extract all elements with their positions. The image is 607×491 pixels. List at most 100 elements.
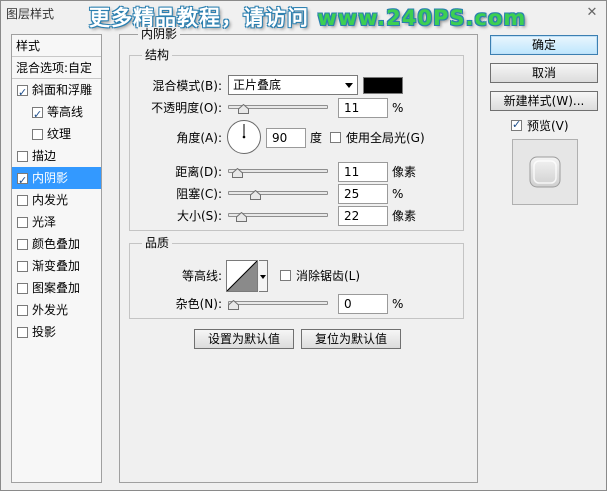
global-light-label: 使用全局光(G) — [346, 131, 425, 145]
style-item-checkbox[interactable] — [17, 170, 28, 192]
slider-thumb[interactable] — [236, 212, 247, 222]
style-item-checkbox[interactable] — [17, 327, 28, 338]
style-item-checkbox[interactable] — [17, 195, 28, 206]
styles-header[interactable]: 样式 — [12, 35, 101, 57]
blend-mode-label: 混合模式(B): — [152, 79, 222, 93]
quality-title: 品质 — [142, 236, 173, 250]
distance-unit: 像素 — [392, 165, 417, 179]
blending-options-item[interactable]: 混合选项:自定 — [12, 57, 101, 79]
style-item[interactable]: 外发光 — [12, 299, 101, 321]
style-item-checkbox[interactable] — [17, 305, 28, 316]
inner-shadow-panel: 内阴影 结构 混合模式(B): 正片叠底 不透明度(O): 11 % 角度(A)… — [119, 27, 478, 483]
slider-thumb[interactable] — [238, 104, 249, 114]
style-item[interactable]: 等高线 — [12, 101, 101, 126]
ok-button[interactable]: 确定 — [490, 35, 598, 55]
style-item-checkbox[interactable] — [17, 82, 28, 104]
chevron-down-icon — [345, 83, 353, 88]
style-item-checkbox[interactable] — [17, 261, 28, 272]
style-item-label: 投影 — [32, 325, 57, 339]
distance-label: 距离(D): — [175, 165, 222, 179]
opacity-slider[interactable] — [228, 101, 328, 115]
style-item-label: 外发光 — [32, 303, 69, 317]
style-item-label: 渐变叠加 — [32, 259, 81, 273]
size-input[interactable]: 22 — [338, 206, 388, 226]
distance-slider[interactable] — [228, 165, 328, 179]
contour-label: 等高线: — [181, 269, 222, 283]
noise-slider[interactable] — [228, 297, 328, 311]
title-bar: 图层样式 更多精品教程，请访问 www.240PS.com ✕ — [1, 1, 606, 30]
size-label: 大小(S): — [176, 209, 222, 223]
opacity-input[interactable]: 11 — [338, 98, 388, 118]
style-item-checkbox[interactable] — [17, 239, 28, 250]
contour-curve-icon — [226, 260, 258, 292]
style-item[interactable]: 投影 — [12, 321, 101, 343]
style-item[interactable]: 光泽 — [12, 211, 101, 233]
style-item-label: 描边 — [32, 149, 57, 163]
angle-dial-icon — [227, 120, 261, 154]
watermark-url: www.240PS.com — [317, 6, 527, 30]
opacity-label: 不透明度(O): — [151, 101, 222, 115]
layer-style-dialog: 图层样式 更多精品教程，请访问 www.240PS.com ✕ 样式 混合选项:… — [0, 0, 607, 491]
preview-checkbox[interactable]: 预览(V) — [511, 117, 591, 134]
style-item[interactable]: 颜色叠加 — [12, 233, 101, 255]
antialias-checkbox[interactable]: 消除锯齿(L) — [280, 268, 390, 284]
size-slider[interactable] — [228, 209, 328, 223]
style-item[interactable]: 渐变叠加 — [12, 255, 101, 277]
style-item-checkbox[interactable] — [17, 151, 28, 162]
angle-dial[interactable] — [226, 119, 262, 155]
noise-label: 杂色(N): — [175, 297, 222, 311]
angle-unit: 度 — [310, 131, 323, 145]
quality-group: 品质 等高线: 消除锯齿(L) 杂色(N): 0 % — [129, 236, 464, 319]
style-preview-thumbnail — [512, 139, 578, 205]
style-item[interactable]: 描边 — [12, 145, 101, 167]
style-item[interactable]: 斜面和浮雕 — [12, 79, 101, 104]
style-item-label: 内发光 — [32, 193, 69, 207]
global-light-box[interactable] — [330, 132, 341, 143]
structure-title: 结构 — [142, 48, 173, 62]
angle-input[interactable]: 90 — [266, 128, 306, 148]
preview-box[interactable] — [511, 117, 522, 133]
preview-label: 预览(V) — [527, 119, 569, 133]
choke-label: 阻塞(C): — [176, 187, 222, 201]
style-item[interactable]: 内发光 — [12, 189, 101, 211]
choke-input[interactable]: 25 — [338, 184, 388, 204]
watermark-text: 更多精品教程，请访问 — [89, 6, 318, 30]
style-item-label: 图案叠加 — [32, 281, 81, 295]
size-unit: 像素 — [392, 209, 417, 223]
antialias-label: 消除锯齿(L) — [296, 269, 361, 283]
cancel-button[interactable]: 取消 — [490, 63, 598, 83]
style-item-label: 光泽 — [32, 215, 57, 229]
contour-dropdown[interactable] — [259, 260, 268, 292]
style-item-label: 等高线 — [47, 105, 84, 119]
blend-mode-value: 正片叠底 — [233, 78, 282, 92]
angle-label: 角度(A): — [176, 131, 222, 145]
noise-input[interactable]: 0 — [338, 294, 388, 314]
style-item-label: 斜面和浮雕 — [32, 83, 93, 97]
style-item-label: 内阴影 — [32, 171, 69, 185]
style-item-checkbox[interactable] — [32, 104, 43, 126]
antialias-box[interactable] — [280, 270, 291, 281]
shadow-color-swatch[interactable] — [363, 77, 403, 94]
slider-thumb[interactable] — [250, 190, 261, 200]
style-item-checkbox[interactable] — [32, 129, 43, 140]
contour-preview[interactable] — [226, 260, 258, 292]
style-item-checkbox[interactable] — [17, 283, 28, 294]
slider-thumb[interactable] — [228, 300, 239, 310]
choke-unit: % — [392, 187, 404, 201]
opacity-unit: % — [392, 101, 404, 115]
style-item[interactable]: 图案叠加 — [12, 277, 101, 299]
distance-input[interactable]: 11 — [338, 162, 388, 182]
style-item[interactable]: 内阴影 — [12, 167, 101, 192]
noise-unit: % — [392, 297, 404, 311]
preview-swatch-icon — [529, 156, 561, 188]
choke-slider[interactable] — [228, 187, 328, 201]
make-default-button[interactable]: 设置为默认值 — [194, 329, 294, 349]
global-light-checkbox[interactable]: 使用全局光(G) — [330, 130, 450, 146]
style-item[interactable]: 纹理 — [12, 123, 101, 145]
new-style-button[interactable]: 新建样式(W)... — [490, 91, 598, 111]
slider-thumb[interactable] — [232, 168, 243, 178]
style-item-checkbox[interactable] — [17, 217, 28, 228]
blend-mode-select[interactable]: 正片叠底 — [228, 75, 358, 95]
reset-default-button[interactable]: 复位为默认值 — [301, 329, 401, 349]
close-icon[interactable]: ✕ — [582, 3, 602, 23]
